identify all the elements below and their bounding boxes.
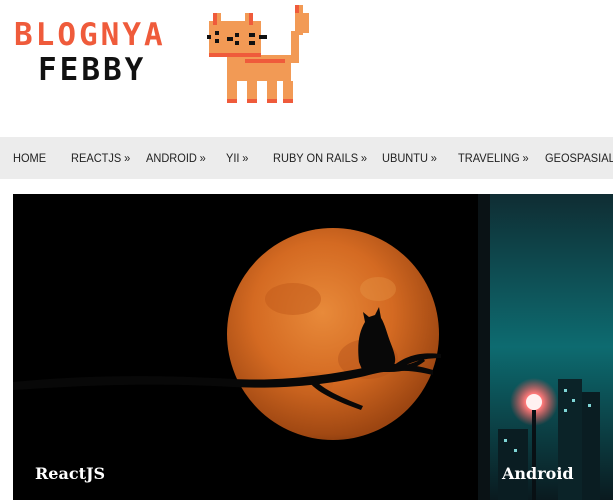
city-night-image [478, 194, 613, 500]
submenu-arrow-icon: » [124, 151, 131, 165]
nav-item-ruby-on-rails[interactable]: RUBY ON RAILS» [273, 137, 367, 179]
nav-item-android[interactable]: ANDROID» [146, 137, 206, 179]
nav-item-geospasial[interactable]: GEOSPASIAL» [545, 137, 613, 179]
logo-title-line2: FEBBY [38, 52, 147, 88]
nav-item-label: GEOSPASIAL [545, 151, 613, 165]
nav-item-label: UBUNTU [382, 151, 428, 165]
main-nav: HOME REACTJS» ANDROID» YII» RUBY ON RAIL… [0, 137, 613, 179]
slide-caption[interactable]: Android [502, 464, 574, 483]
submenu-arrow-icon: » [522, 151, 529, 165]
moon-cat-image [13, 194, 478, 500]
nav-item-ubuntu[interactable]: UBUNTU» [382, 137, 437, 179]
featured-slider: ReactJS Android [13, 194, 613, 500]
nav-item-label: YII [226, 151, 240, 165]
submenu-arrow-icon: » [199, 151, 206, 165]
site-logo[interactable]: BLOGNYA FEBBY [0, 0, 613, 135]
nav-item-label: TRAVELING [458, 151, 520, 165]
nav-item-yii[interactable]: YII» [226, 137, 248, 179]
nav-item-label: REACTJS [71, 151, 122, 165]
nav-item-traveling[interactable]: TRAVELING» [458, 137, 529, 179]
submenu-arrow-icon: » [430, 151, 437, 165]
submenu-arrow-icon: » [242, 151, 249, 165]
slide-caption[interactable]: ReactJS [35, 464, 105, 483]
nav-item-label: HOME [13, 151, 47, 165]
submenu-arrow-icon: » [360, 151, 367, 165]
nav-item-label: ANDROID [146, 151, 197, 165]
slide-android[interactable]: Android [478, 194, 613, 500]
nav-item-reactjs[interactable]: REACTJS» [71, 137, 130, 179]
nav-item-home[interactable]: HOME [13, 137, 46, 179]
nav-item-label: RUBY ON RAILS [273, 151, 359, 165]
pixel-cat-icon [207, 5, 309, 103]
slide-reactjs[interactable]: ReactJS [13, 194, 478, 500]
logo-title-line1: BLOGNYA [14, 17, 166, 53]
